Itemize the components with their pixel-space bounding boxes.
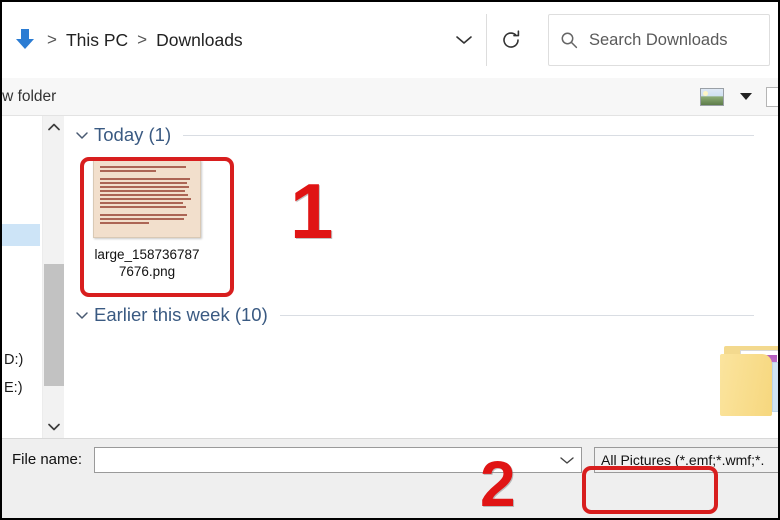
toolbar: lew folder: [2, 78, 778, 116]
group-header-earlier-this-week[interactable]: Earlier this week (10): [72, 304, 762, 326]
vertical-scrollbar[interactable]: [42, 116, 65, 438]
sidebar-item-drive-e[interactable]: E:): [2, 380, 23, 396]
group-header-today[interactable]: Today (1): [72, 124, 762, 146]
search-icon: [549, 31, 589, 49]
sidebar-item-drive-d[interactable]: D:): [2, 352, 23, 368]
group-header-label: Today (1): [94, 124, 172, 145]
address-bar: > This PC > Downloads Search Downloads: [2, 2, 778, 78]
breadcrumb-downloads[interactable]: Downloads: [156, 30, 243, 51]
chevron-down-icon[interactable]: [553, 455, 581, 465]
toolbar-edge-button[interactable]: [766, 86, 778, 107]
annotation-number-1: 1: [290, 167, 334, 255]
search-input[interactable]: Search Downloads: [589, 31, 728, 50]
scroll-up-icon[interactable]: [43, 116, 65, 138]
document-text-thumbnail: [93, 160, 201, 238]
file-list-pane[interactable]: Today (1) large_158736787 7676.png Earli…: [64, 116, 778, 438]
refresh-icon[interactable]: [486, 14, 534, 66]
file-name-field-label: File name:: [12, 451, 83, 468]
folder-front-flap: [720, 354, 772, 416]
breadcrumb-this-pc[interactable]: This PC: [66, 30, 128, 51]
annotation-number-2: 2: [480, 448, 516, 520]
group-header-rule: [183, 134, 754, 136]
chevron-down-icon[interactable]: [442, 14, 486, 66]
chevron-down-icon[interactable]: [72, 307, 92, 323]
file-name-line-1: large_158736787: [94, 247, 200, 262]
scrollbar-thumb[interactable]: [44, 264, 64, 386]
chevron-down-icon[interactable]: [740, 93, 752, 100]
download-arrow-icon: [12, 25, 38, 55]
breadcrumb-separator-2: >: [137, 30, 148, 49]
pictures-folder-icon[interactable]: [714, 342, 778, 420]
file-tile-selected[interactable]: large_158736787 7676.png: [86, 160, 208, 281]
breadcrumb-separator-1: >: [47, 30, 57, 49]
new-folder-button[interactable]: lew folder: [2, 88, 56, 106]
nav-selected-highlight: [2, 224, 40, 246]
scroll-down-icon[interactable]: [43, 416, 65, 438]
group-header-rule: [279, 314, 754, 316]
dialog-footer: File name: All Pictures (*.emf;*.wmf;*. …: [2, 438, 778, 518]
file-type-filter-combobox[interactable]: All Pictures (*.emf;*.wmf;*.: [594, 447, 778, 473]
file-type-filter-value: All Pictures (*.emf;*.wmf;*.: [601, 452, 765, 468]
folder-blue-page: [772, 362, 778, 412]
chevron-down-icon[interactable]: [72, 127, 92, 143]
picture-view-icon[interactable]: [700, 87, 724, 106]
search-box[interactable]: Search Downloads: [548, 14, 770, 66]
open-file-dialog: > This PC > Downloads Search Downloads w…: [0, 0, 780, 520]
file-name-line-2: 7676.png: [118, 264, 176, 280]
group-header-label: Earlier this week (10): [94, 304, 268, 325]
navigation-pane: D:) E:): [2, 116, 42, 438]
file-name-label: large_158736787 7676.png: [86, 246, 208, 281]
